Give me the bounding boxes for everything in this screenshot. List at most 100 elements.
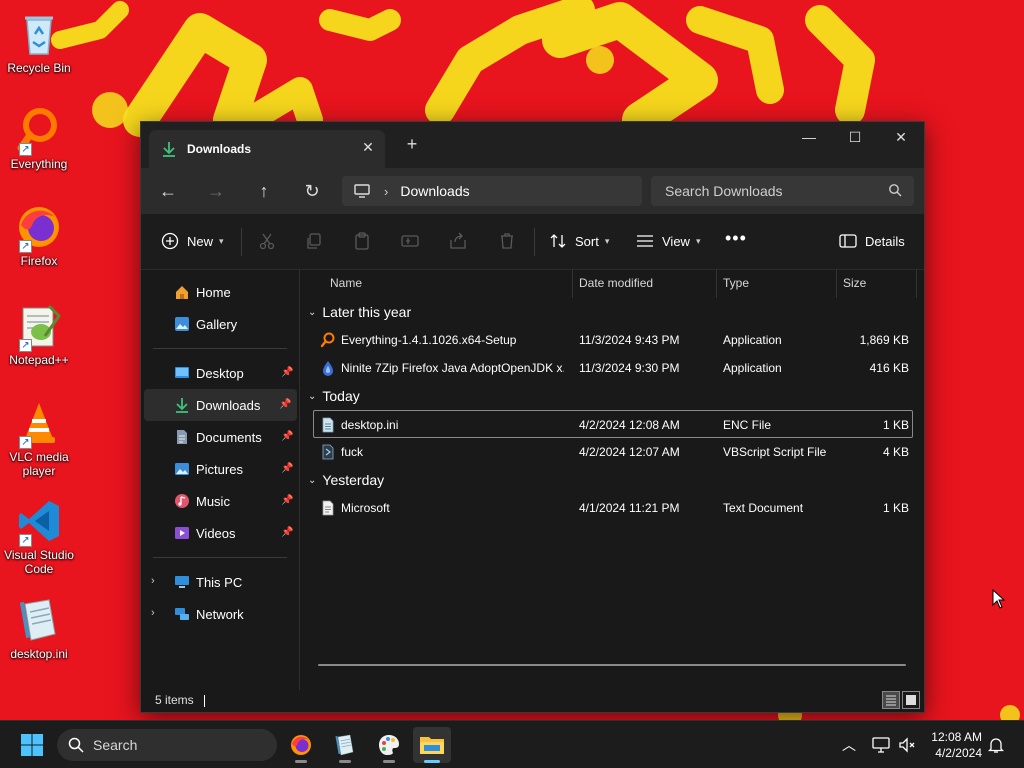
details-label: Details <box>865 233 905 249</box>
column-header-name[interactable]: Name <box>324 270 573 298</box>
pin-icon[interactable]: 📌 <box>279 399 291 411</box>
maximize-button[interactable]: ☐ <box>832 122 878 152</box>
file-row[interactable]: Microsoft 4/1/2024 11:21 PM Text Documen… <box>300 494 924 522</box>
show-hidden-icons-button[interactable]: ︿ <box>842 721 856 768</box>
column-header-size[interactable]: Size <box>837 270 917 298</box>
ini-file-icon <box>322 417 334 433</box>
back-button[interactable]: ← <box>157 180 179 202</box>
cut-icon[interactable] <box>258 232 276 250</box>
file-type: Text Document <box>723 501 804 515</box>
desktop-icon-label: desktop.ini <box>10 647 68 661</box>
address-bar[interactable]: › Downloads <box>342 176 642 206</box>
nav-item-videos[interactable]: Videos 📌 <box>141 517 299 549</box>
taskbar-app-notepad[interactable] <box>326 727 364 763</box>
taskbar-search-input[interactable]: Search <box>57 729 277 761</box>
file-row[interactable]: Everything-1.4.1.1026.x64-Setup 11/3/202… <box>300 326 924 354</box>
taskbar-app-paint[interactable] <box>370 727 408 763</box>
details-button[interactable]: Details <box>839 232 905 250</box>
column-header-type[interactable]: Type <box>717 270 837 298</box>
file-row[interactable]: Ninite 7Zip Firefox Java AdoptOpenJDK x.… <box>300 354 924 382</box>
pin-icon[interactable]: 📌 <box>281 495 293 507</box>
toolbar-divider <box>534 228 535 256</box>
nav-item-label: This PC <box>196 574 243 590</box>
up-button[interactable]: ↑ <box>253 180 275 202</box>
file-name: desktop.ini <box>341 418 399 432</box>
file-row[interactable]: fuck 4/2/2024 12:07 AM VBScript Script F… <box>300 438 924 466</box>
taskbar-app-file-explorer[interactable] <box>413 727 451 763</box>
view-toggle <box>882 691 920 709</box>
nav-item-this-pc[interactable]: › This PC <box>141 566 299 598</box>
new-button[interactable]: New ▾ <box>161 232 224 250</box>
desktop-icon-vscode[interactable]: ↗ Visual Studio Code <box>2 497 76 576</box>
file-list: Name Date modified Type Size ⌄ Later thi… <box>300 270 924 690</box>
minimize-button[interactable]: — <box>786 122 832 152</box>
shortcut-arrow-icon: ↗ <box>19 534 32 547</box>
file-type: ENC File <box>723 418 772 432</box>
windows-start-icon[interactable] <box>20 733 44 757</box>
column-header-date[interactable]: Date modified <box>573 270 717 298</box>
delete-icon[interactable] <box>498 232 516 250</box>
running-indicator <box>295 760 307 763</box>
file-row-selected[interactable]: desktop.ini 4/2/2024 12:08 AM ENC File 1… <box>313 410 913 438</box>
paste-icon[interactable] <box>353 232 371 250</box>
copy-icon[interactable] <box>305 232 323 250</box>
group-header[interactable]: ⌄ Yesterday <box>300 466 924 494</box>
forward-button[interactable]: → <box>205 180 227 202</box>
group-header[interactable]: ⌄ Today <box>300 382 924 410</box>
chevron-right-icon[interactable]: › <box>151 575 155 587</box>
desktop-icon-vlc[interactable]: ↗ VLC media player <box>2 399 76 478</box>
close-tab-icon[interactable]: ✕ <box>361 140 375 154</box>
bell-icon <box>988 738 1004 753</box>
search-input[interactable]: Search Downloads <box>651 176 914 206</box>
desktop-icon-recycle-bin[interactable]: Recycle Bin <box>2 10 76 75</box>
horizontal-scrollbar[interactable] <box>318 664 906 666</box>
tab-downloads[interactable]: Downloads ✕ <box>149 130 385 168</box>
clock-date: 4/2/2024 <box>935 746 982 760</box>
desktop-icon-firefox[interactable]: ↗ Firefox <box>2 203 76 268</box>
nav-item-pictures[interactable]: Pictures 📌 <box>141 453 299 485</box>
taskbar-clock[interactable]: 12:08 AM 4/2/2024 <box>931 729 982 761</box>
group-header[interactable]: ⌄ Later this year <box>300 298 924 326</box>
shortcut-arrow-icon: ↗ <box>19 240 32 253</box>
share-icon[interactable] <box>449 232 467 250</box>
rename-icon[interactable] <box>401 232 419 250</box>
nav-item-label: Videos <box>196 525 236 541</box>
nav-item-desktop[interactable]: Desktop 📌 <box>141 357 299 389</box>
group-label: Yesterday <box>322 472 385 488</box>
command-bar: New ▾ Sort ▾ View ▾ ••• Details <box>141 214 924 270</box>
refresh-button[interactable]: ↻ <box>301 180 323 202</box>
breadcrumb[interactable]: Downloads <box>400 183 469 199</box>
taskbar: Search ︿ 12:08 AM 4/2/2024 <box>0 720 1024 768</box>
taskbar-app-firefox[interactable] <box>282 727 320 763</box>
pin-icon[interactable]: 📌 <box>281 431 293 443</box>
pin-icon[interactable]: 📌 <box>281 463 293 475</box>
running-indicator <box>383 760 395 763</box>
nav-item-music[interactable]: Music 📌 <box>141 485 299 517</box>
desktop-icon-everything[interactable]: ↗ Everything <box>2 106 76 171</box>
taskbar-search-placeholder: Search <box>93 737 138 753</box>
details-view-button[interactable] <box>882 691 900 709</box>
more-options-button[interactable]: ••• <box>725 228 747 249</box>
desktop-icon-desktop-ini[interactable]: desktop.ini <box>2 596 76 661</box>
chevron-right-icon[interactable]: › <box>151 607 155 619</box>
nav-item-gallery[interactable]: Gallery <box>141 308 299 340</box>
file-name-cell: fuck <box>320 438 564 466</box>
nav-item-downloads[interactable]: Downloads 📌 <box>144 389 297 421</box>
nav-item-home[interactable]: Home <box>141 276 299 308</box>
close-button[interactable]: ✕ <box>878 122 924 152</box>
network-tray-icon[interactable] <box>872 721 890 768</box>
view-button[interactable]: View ▾ <box>636 232 700 250</box>
desktop-icon-notepad-plus-plus[interactable]: ↗ Notepad++ <box>2 302 76 367</box>
nav-item-documents[interactable]: Documents 📌 <box>141 421 299 453</box>
volume-tray-icon[interactable] <box>898 721 916 768</box>
new-tab-button[interactable]: + <box>403 135 421 154</box>
nav-item-network[interactable]: › Network <box>141 598 299 630</box>
tiles-view-button[interactable] <box>902 691 920 709</box>
home-icon <box>176 286 188 299</box>
notifications-button[interactable] <box>988 721 1004 768</box>
sort-button[interactable]: Sort ▾ <box>549 232 609 250</box>
pin-icon[interactable]: 📌 <box>281 527 293 539</box>
status-bar: 5 items <box>141 688 924 712</box>
network-icon <box>175 608 189 620</box>
pin-icon[interactable]: 📌 <box>281 367 293 379</box>
